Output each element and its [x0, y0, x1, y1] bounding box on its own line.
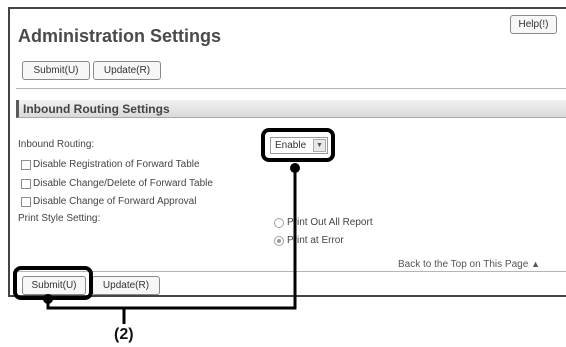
callout-number: (2)	[114, 326, 134, 343]
highlight-box-submit	[13, 266, 93, 300]
callout-dot-enable	[290, 163, 300, 173]
highlight-box-enable	[261, 128, 335, 162]
callout-dot-submit	[43, 294, 53, 304]
callout-connector	[46, 168, 297, 310]
callout-overlay	[13, 128, 335, 324]
